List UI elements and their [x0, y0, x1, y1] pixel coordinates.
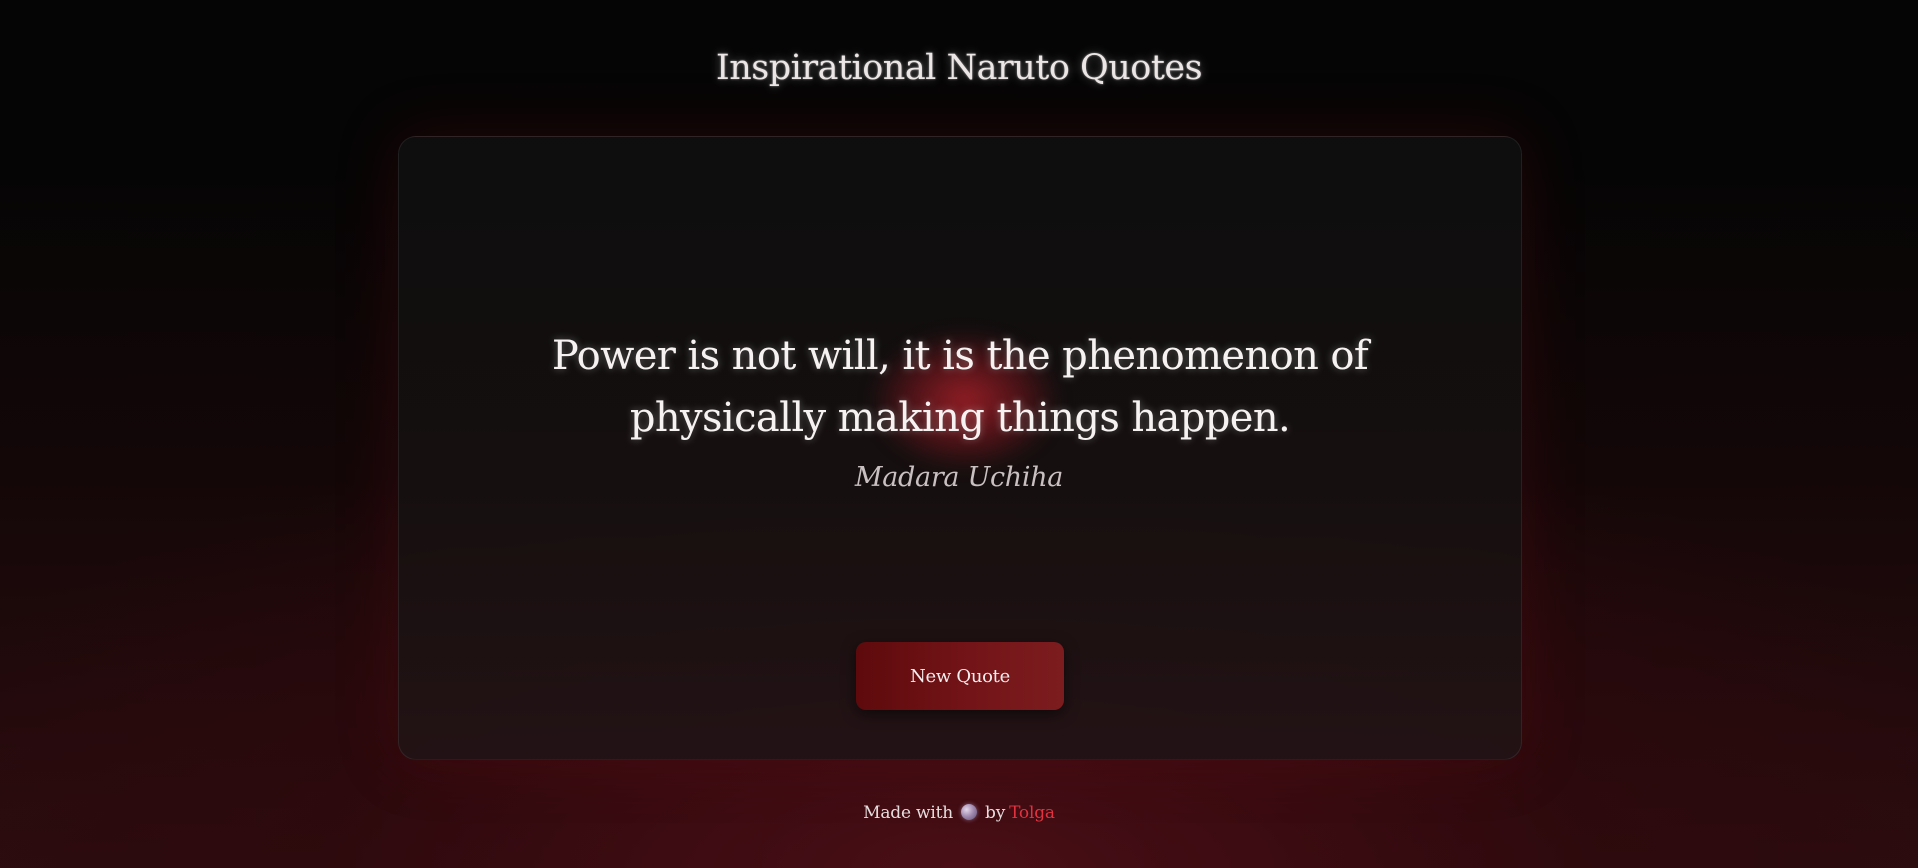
- footer-made-with: Made with: [863, 803, 954, 823]
- new-quote-button[interactable]: New Quote: [856, 642, 1064, 710]
- author-link[interactable]: Tolga: [1009, 803, 1055, 823]
- heart-icon: [961, 804, 978, 820]
- footer-by: by: [985, 803, 1006, 823]
- quote-text: Power is not will, it is the phenomenon …: [551, 333, 1369, 441]
- quote-author: Madara Uchiha: [854, 462, 1064, 493]
- page-title: Inspirational Naruto Quotes: [715, 48, 1203, 88]
- footer: Made with by Tolga: [0, 803, 1918, 823]
